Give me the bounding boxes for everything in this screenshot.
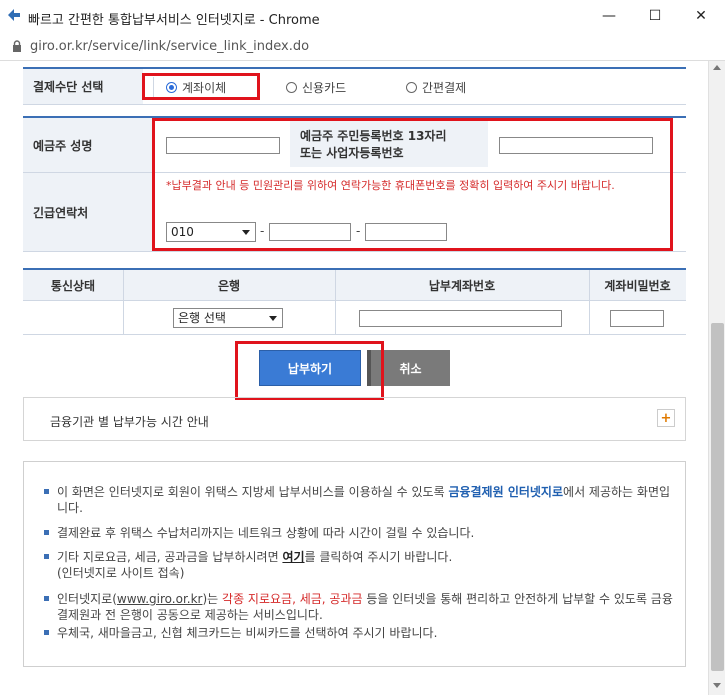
info-text: 인터넷지로( [57,592,117,606]
bullet-icon [44,630,49,635]
minimize-button[interactable]: — [594,4,624,28]
row-divider [23,334,686,335]
column-divider [123,270,124,334]
radio-simple-pay-label: 간편결제 [422,81,467,95]
radio-unchecked-icon [286,82,297,93]
giro-logo-icon [8,9,20,21]
info-text: )는 [202,592,223,606]
info-text: 우체국, 새마을금고, 신협 체크카드는 비씨카드를 선택하여 주시기 바랍니다… [57,626,438,640]
maximize-button[interactable]: ☐ [640,4,670,28]
url-text: giro.or.kr/service/link/service_link_ind… [30,39,310,54]
scroll-up-icon[interactable] [713,65,721,70]
highlight-box-pay-button [235,341,384,400]
address-bar[interactable]: giro.or.kr/service/link/service_link_ind… [0,34,725,61]
column-divider [589,270,590,334]
giro-site-link[interactable]: www.giro.or.kr [117,592,203,606]
window-titlebar: 빠르고 간편한 통합납부서비스 인터넷지로 - Chrome — ☐ ✕ [0,0,725,35]
account-number-input[interactable] [359,310,562,327]
row-divider [23,251,686,252]
radio-simple-pay[interactable]: 간편결제 [406,79,466,96]
scroll-down-icon[interactable] [713,683,721,688]
depositor-name-label: 예금주 성명 [23,118,153,172]
table-cell-status [23,301,123,334]
info-item: 이 화면은 인터넷지로 회원이 위택스 지방세 납부서비스를 이용하실 수 있도… [44,484,674,516]
table-header-account: 납부계좌번호 [335,270,589,300]
accordion-bank-hours[interactable]: 금융기관 별 납부가능 시간 안내 + [23,397,686,441]
account-password-input[interactable] [610,310,664,327]
info-text: 기타 지로요금, 세금, 공과금을 납부하시려면 [57,550,283,564]
lock-icon [13,40,21,52]
info-highlight-text: 금융결제원 인터넷지로 [448,485,564,499]
info-item: 우체국, 새마을금고, 신협 체크카드는 비씨카드를 선택하여 주시기 바랍니다… [44,625,674,641]
accordion-title: 금융기관 별 납부가능 시간 안내 [50,415,209,429]
contact-label: 긴급연락처 [23,173,153,251]
payment-method-label: 결제수단 선택 [23,69,143,104]
info-box: 이 화면은 인터넷지로 회원이 위택스 지방세 납부서비스를 이용하실 수 있도… [23,461,686,667]
info-text: (인터넷지로 사이트 접속) [57,566,185,580]
table-header-bank: 은행 [123,270,335,300]
info-text: 이 화면은 인터넷지로 회원이 위택스 지방세 납부서비스를 이용하실 수 있도… [57,485,449,499]
page-content: 결제수단 선택 계좌이체 신용카드 간편결제 예금주 성명 예금주 주민등록번호… [0,61,708,695]
table-header-status: 통신상태 [23,270,123,300]
close-button[interactable]: ✕ [686,4,716,28]
info-text: 결제완료 후 위택스 수납처리까지는 네트워크 상황에 따라 시간이 걸릴 수 … [57,526,475,540]
highlight-box-depositor [152,118,673,251]
window-title: 빠르고 간편한 통합납부서비스 인터넷지로 - Chrome [28,13,320,28]
radio-credit-card[interactable]: 신용카드 [286,79,346,96]
bullet-icon [44,596,49,601]
info-item: 기타 지로요금, 세금, 공과금을 납부하시려면 여기를 클릭하여 주시기 바랍… [44,549,674,581]
here-link[interactable]: 여기 [282,550,304,564]
row-divider [23,104,686,105]
table-header-password: 계좌비밀번호 [589,270,686,300]
bank-select[interactable]: 은행 선택 [173,308,283,328]
bullet-icon [44,554,49,559]
bank-select-value: 은행 선택 [178,311,226,325]
chevron-down-icon [269,316,277,321]
expand-plus-icon[interactable]: + [657,409,675,427]
info-text: 를 클릭하여 주시기 바랍니다. [304,550,453,564]
vertical-scrollbar[interactable] [708,61,725,695]
scrollbar-thumb[interactable] [711,323,724,671]
radio-credit-card-label: 신용카드 [302,81,347,95]
info-item: 결제완료 후 위택스 수납처리까지는 네트워크 상황에 따라 시간이 걸릴 수 … [44,525,674,541]
column-divider [335,270,336,334]
radio-unchecked-icon [406,82,417,93]
highlight-box-payment-method [142,73,260,100]
info-red-text: 각종 지로요금, 세금, 공과금 [222,592,363,606]
bullet-icon [44,530,49,535]
bullet-icon [44,489,49,494]
info-item: 인터넷지로(www.giro.or.kr)는 각종 지로요금, 세금, 공과금 … [44,591,674,623]
